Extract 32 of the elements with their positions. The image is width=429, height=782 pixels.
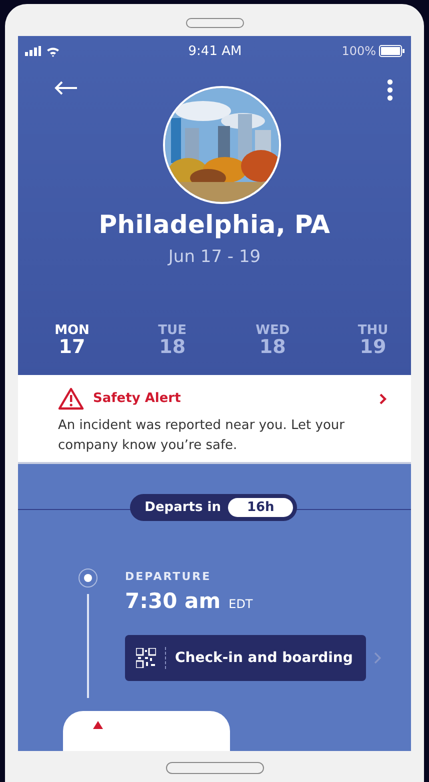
day-tab[interactable]: THU 19 xyxy=(352,323,393,357)
back-arrow-icon xyxy=(54,81,78,95)
departure-label: DEPARTURE xyxy=(125,570,212,583)
chevron-right-icon xyxy=(379,392,387,405)
departure-time: 7:30 am xyxy=(125,589,221,613)
airline-logo-icon xyxy=(93,721,103,729)
departs-in-label: Departs in xyxy=(144,500,221,515)
timeline-dot-icon xyxy=(78,568,98,588)
day-tab[interactable]: TUE 18 xyxy=(152,323,192,357)
back-button[interactable] xyxy=(54,81,78,95)
countdown-value: 16h xyxy=(228,498,294,517)
speaker-slot xyxy=(186,18,244,28)
check-in-button[interactable]: Check-in and boarding xyxy=(125,635,366,681)
qr-code-icon xyxy=(136,648,156,668)
battery-icon xyxy=(379,45,405,57)
signal-icon xyxy=(25,46,41,56)
more-icon xyxy=(387,79,393,101)
time-zone: EDT xyxy=(228,597,253,611)
alert-title: Safety Alert xyxy=(93,391,181,406)
alert-message: An incident was reported near you. Let your company know you’re safe. xyxy=(58,417,346,456)
more-menu-button[interactable] xyxy=(387,79,393,101)
city-title: Philadelphia, PA xyxy=(98,210,332,239)
battery-percent: 100% xyxy=(342,44,376,58)
flight-card[interactable] xyxy=(63,711,230,751)
day-tab[interactable]: MON 17 xyxy=(52,323,92,357)
chevron-right-icon xyxy=(374,652,381,664)
safety-alert-card[interactable]: Safety Alert An incident was reported near you. Let your company know you’re safe. xyxy=(18,375,411,464)
status-time: 9:41 AM xyxy=(188,44,242,58)
trip-dates: Jun 17 - 19 xyxy=(166,247,262,267)
warning-icon xyxy=(58,387,84,410)
wifi-icon xyxy=(46,46,60,56)
day-tab[interactable]: WED 18 xyxy=(252,323,293,357)
